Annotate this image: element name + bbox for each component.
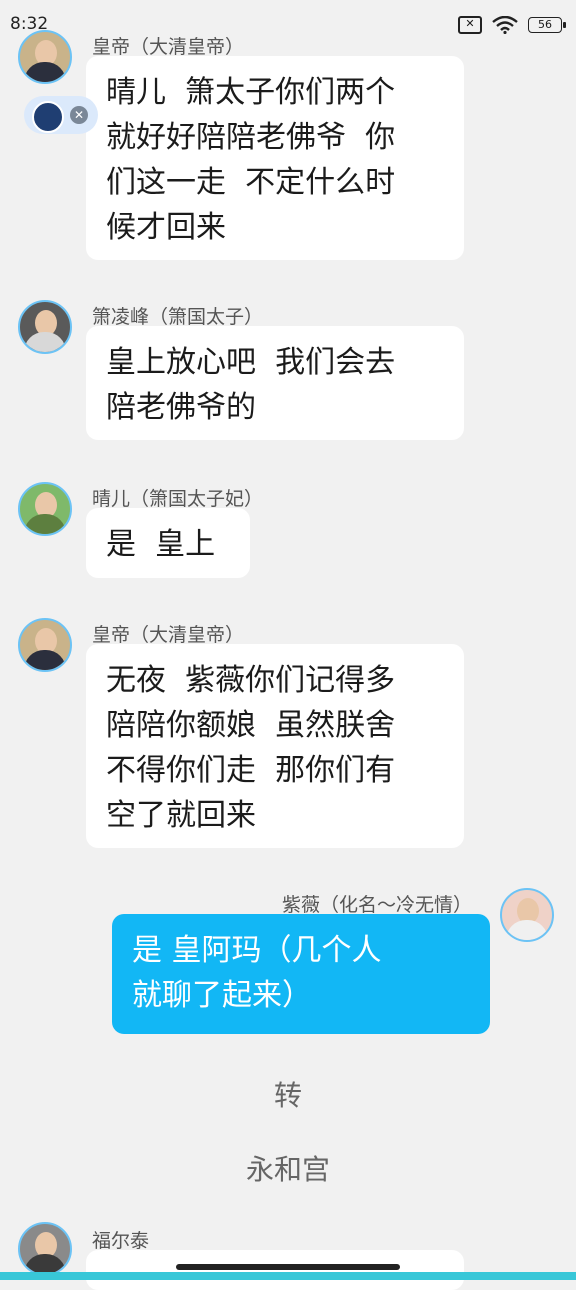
close-box-icon: ✕ — [458, 16, 482, 34]
camera-icon[interactable] — [32, 101, 64, 133]
status-icons: ✕ 56 — [458, 16, 566, 34]
avatar[interactable] — [18, 30, 72, 84]
avatar[interactable] — [18, 1222, 72, 1276]
battery-icon: 56 — [528, 17, 566, 33]
avatar[interactable] — [18, 482, 72, 536]
floating-camera-widget[interactable]: ✕ — [24, 96, 98, 134]
avatar[interactable] — [500, 888, 554, 942]
scene-text: 转 — [273, 1079, 302, 1112]
bottom-strip — [0, 1272, 576, 1280]
avatar[interactable] — [18, 618, 72, 672]
scene-text: 永和宫 — [245, 1153, 330, 1186]
home-indicator[interactable] — [176, 1264, 400, 1270]
avatar[interactable] — [18, 300, 72, 354]
message-bubble-mine[interactable]: 是 皇阿玛（几个人 就聊了起来） — [112, 914, 490, 1034]
sender-name: 皇帝（大清皇帝） — [92, 36, 245, 58]
message-bubble[interactable]: 晴儿 箫太子你们两个 就好好陪陪老佛爷 你 们这一走 不定什么时 候才回来 — [86, 56, 464, 260]
sender-name: 紫薇（化名～冷无情） — [281, 894, 472, 916]
message-bubble[interactable]: 无夜 紫薇你们记得多 陪陪你额娘 虽然朕舍 不得你们走 那你们有 空了就回来 — [86, 644, 464, 848]
message-bubble[interactable]: 皇上放心吧 我们会去 陪老佛爷的 — [86, 326, 464, 440]
close-icon[interactable]: ✕ — [70, 106, 88, 124]
wifi-icon — [492, 16, 518, 34]
message-bubble[interactable] — [86, 1250, 464, 1290]
message-bubble[interactable]: 是 皇上 — [86, 508, 250, 578]
sender-name: 箫凌峰（箫国太子） — [92, 306, 264, 328]
sender-name: 福尔泰 — [92, 1230, 150, 1252]
sender-name: 皇帝（大清皇帝） — [92, 624, 245, 646]
sender-name: 晴儿（箫国太子妃） — [92, 488, 264, 510]
